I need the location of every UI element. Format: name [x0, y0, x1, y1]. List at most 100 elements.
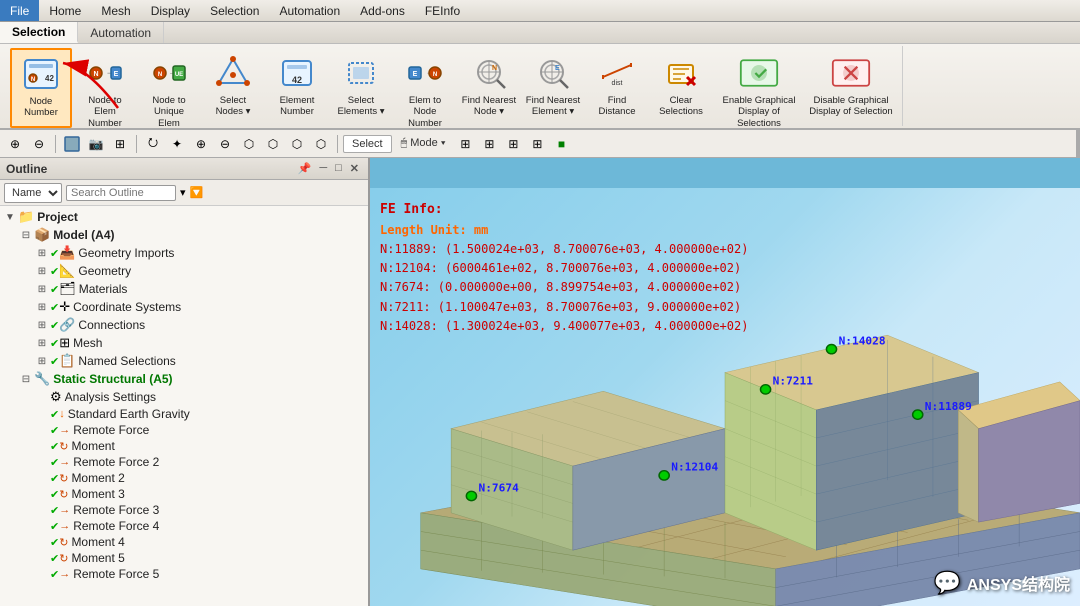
outline-tree: ▼ 📁 Project ⊟ 📦 Model (A4) ⊞ ✔ 📥 Geometr…	[0, 206, 368, 606]
tree-toggle-coord[interactable]: ⊞	[36, 302, 48, 313]
tree-item-project[interactable]: ▼ 📁 Project	[0, 208, 368, 226]
tree-label-mesh: Mesh	[73, 336, 102, 350]
tree-toggle-static[interactable]: ⊟	[20, 374, 32, 385]
panel-min-btn[interactable]: ─	[316, 162, 330, 175]
tree-toggle-project[interactable]: ▼	[4, 212, 16, 223]
tree-toggle-model[interactable]: ⊟	[20, 230, 32, 241]
tab-automation[interactable]: Automation	[78, 22, 164, 43]
btn-elem-to-node[interactable]: E → N Elem toNode Number	[394, 48, 456, 128]
tb-extra2[interactable]: ⊞	[478, 133, 500, 155]
tree-item-static-struct[interactable]: ⊟ 🔧 Static Structural (A5)	[0, 370, 368, 388]
tree-item-moment[interactable]: ▷ ✔ ↻ Moment	[0, 438, 368, 454]
btn-node-number[interactable]: N 42 NodeNumber	[10, 48, 72, 128]
btn-find-distance[interactable]: dist FindDistance	[586, 48, 648, 128]
tb-mode-label[interactable]: Mode ▾	[410, 137, 445, 149]
search-filter-btn[interactable]: 🔽	[190, 186, 204, 199]
node-to-elem-icon: N → E	[85, 53, 125, 93]
tb-extra5[interactable]: ■	[550, 133, 572, 155]
m4-icon: ↻	[59, 536, 68, 549]
tree-item-moment2[interactable]: ▷ ✔ ↻ Moment 2	[0, 470, 368, 486]
tree-toggle-mesh[interactable]: ⊞	[36, 338, 48, 349]
panel-pin-btn[interactable]: 📌	[295, 162, 315, 175]
btn-clear-selections[interactable]: ClearSelections	[650, 48, 712, 128]
search-input[interactable]	[66, 185, 176, 201]
tree-toggle-connections[interactable]: ⊞	[36, 320, 48, 331]
tb-zoom-out[interactable]: ⊖	[28, 133, 50, 155]
viewport[interactable]: FE Info: Length Unit: mm N:11889: (1.500…	[370, 158, 1080, 606]
panel-close-btn[interactable]: ✕	[347, 162, 362, 175]
tree-item-analysis-settings[interactable]: ▷ ⚙ Analysis Settings	[0, 388, 368, 406]
menu-selection[interactable]: Selection	[200, 0, 269, 21]
tb-node-view[interactable]: ⬡	[262, 133, 284, 155]
tb-mode[interactable]: 🖱 Mode ▾	[394, 136, 453, 151]
btn-node-to-elem[interactable]: N → E Node toElem Number	[74, 48, 136, 128]
menu-home[interactable]: Home	[39, 0, 91, 21]
btn-find-nearest-elem[interactable]: E Find NearestElement ▾	[522, 48, 584, 128]
tb-zoom-in[interactable]: ⊕	[4, 133, 26, 155]
btn-node-unique[interactable]: N → UE Node to UniqueElem Number	[138, 48, 200, 128]
tree-item-rf4[interactable]: ▷ ✔ → Remote Force 4	[0, 518, 368, 534]
tree-item-remote-force[interactable]: ▷ ✔ → Remote Force	[0, 422, 368, 438]
panel-max-btn[interactable]: □	[332, 162, 345, 175]
menu-feinfo[interactable]: FEInfo	[415, 0, 470, 21]
tb-surface-view[interactable]: ⬡	[310, 133, 332, 155]
tb-extra1[interactable]: ⊞	[454, 133, 476, 155]
tree-item-rf5[interactable]: ▷ ✔ → Remote Force 5	[0, 566, 368, 582]
tree-item-coord-systems[interactable]: ⊞ ✔ ✛ Coordinate Systems	[0, 298, 368, 316]
tb-move[interactable]: ✦	[166, 133, 188, 155]
tb-zoom2[interactable]: ⊕	[190, 133, 212, 155]
node-unique-icon: N → UE	[149, 53, 189, 93]
tree-toggle-geometry[interactable]: ⊞	[36, 266, 48, 277]
tree-item-mesh[interactable]: ⊞ ✔ ⊞ Mesh	[0, 334, 368, 352]
tb-rotate[interactable]: ⭮	[142, 133, 164, 155]
tb-view-cam[interactable]: 📷	[85, 133, 107, 155]
watermark-text: ANSYS结构院	[967, 571, 1070, 595]
menu-file[interactable]: File	[0, 0, 39, 21]
btn-elem-number[interactable]: 42 ElementNumber	[266, 48, 328, 128]
tree-toggle-materials[interactable]: ⊞	[36, 284, 48, 295]
tb-select[interactable]: Select	[343, 135, 392, 153]
tree-item-rf3[interactable]: ▷ ✔ → Remote Force 3	[0, 502, 368, 518]
tree-item-connections[interactable]: ⊞ ✔ 🔗 Connections	[0, 316, 368, 334]
btn-enable-graphical-label: Enable GraphicalDisplay of Selections	[717, 95, 801, 128]
btn-enable-graphical[interactable]: Enable GraphicalDisplay of Selections	[714, 48, 804, 128]
tb-edge-view[interactable]: ⬡	[286, 133, 308, 155]
tb-extra4[interactable]: ⊞	[526, 133, 548, 155]
tab-selection[interactable]: Selection	[0, 22, 78, 43]
tree-item-geom-imports[interactable]: ⊞ ✔ 📥 Geometry Imports	[0, 244, 368, 262]
check-gravity: ✔	[50, 408, 59, 421]
check-m4: ✔	[50, 536, 59, 549]
outline-title: Outline	[6, 162, 47, 176]
menu-addons[interactable]: Add-ons	[350, 0, 415, 21]
btn-disable-graphical[interactable]: Disable GraphicalDisplay of Selection	[806, 48, 896, 128]
tb-view-box[interactable]	[61, 133, 83, 155]
tree-toggle-geom-imports[interactable]: ⊞	[36, 248, 48, 259]
tb-view-grid[interactable]: ⊞	[109, 133, 131, 155]
btn-select-nodes[interactable]: SelectNodes ▾	[202, 48, 264, 128]
tree-item-materials[interactable]: ⊞ ✔ 🗂 Materials	[0, 280, 368, 298]
tree-item-rf2[interactable]: ▷ ✔ → Remote Force 2	[0, 454, 368, 470]
check-rf3: ✔	[50, 504, 59, 517]
node-dot-7674	[466, 491, 476, 500]
tree-item-geometry[interactable]: ⊞ ✔ 📐 Geometry	[0, 262, 368, 280]
btn-find-nearest-node[interactable]: N Find NearestNode ▾	[458, 48, 520, 128]
tb-mesh-view[interactable]: ⬡	[238, 133, 260, 155]
tree-item-named-selections[interactable]: ⊞ ✔ 📋 Named Selections	[0, 352, 368, 370]
tree-item-moment3[interactable]: ▷ ✔ ↻ Moment 3	[0, 486, 368, 502]
search-options-btn[interactable]: ▾	[180, 186, 186, 199]
tree-item-std-gravity[interactable]: ▷ ✔ ↓ Standard Earth Gravity	[0, 406, 368, 422]
tb-fit[interactable]: ⊖	[214, 133, 236, 155]
btn-select-elements[interactable]: SelectElements ▾	[330, 48, 392, 128]
tree-toggle-named-sel[interactable]: ⊞	[36, 356, 48, 367]
svg-text:UE: UE	[175, 72, 183, 78]
menu-display[interactable]: Display	[141, 0, 200, 21]
tree-item-model[interactable]: ⊟ 📦 Model (A4)	[0, 226, 368, 244]
node-label-11889: N:11889	[925, 400, 972, 412]
menu-automation[interactable]: Automation	[269, 0, 350, 21]
tree-item-moment4[interactable]: ▷ ✔ ↻ Moment 4	[0, 534, 368, 550]
tb-sep3	[337, 135, 338, 153]
menu-mesh[interactable]: Mesh	[91, 0, 140, 21]
tb-extra3[interactable]: ⊞	[502, 133, 524, 155]
name-filter-select[interactable]: Name	[4, 183, 62, 203]
tree-item-moment5[interactable]: ▷ ✔ ↻ Moment 5	[0, 550, 368, 566]
